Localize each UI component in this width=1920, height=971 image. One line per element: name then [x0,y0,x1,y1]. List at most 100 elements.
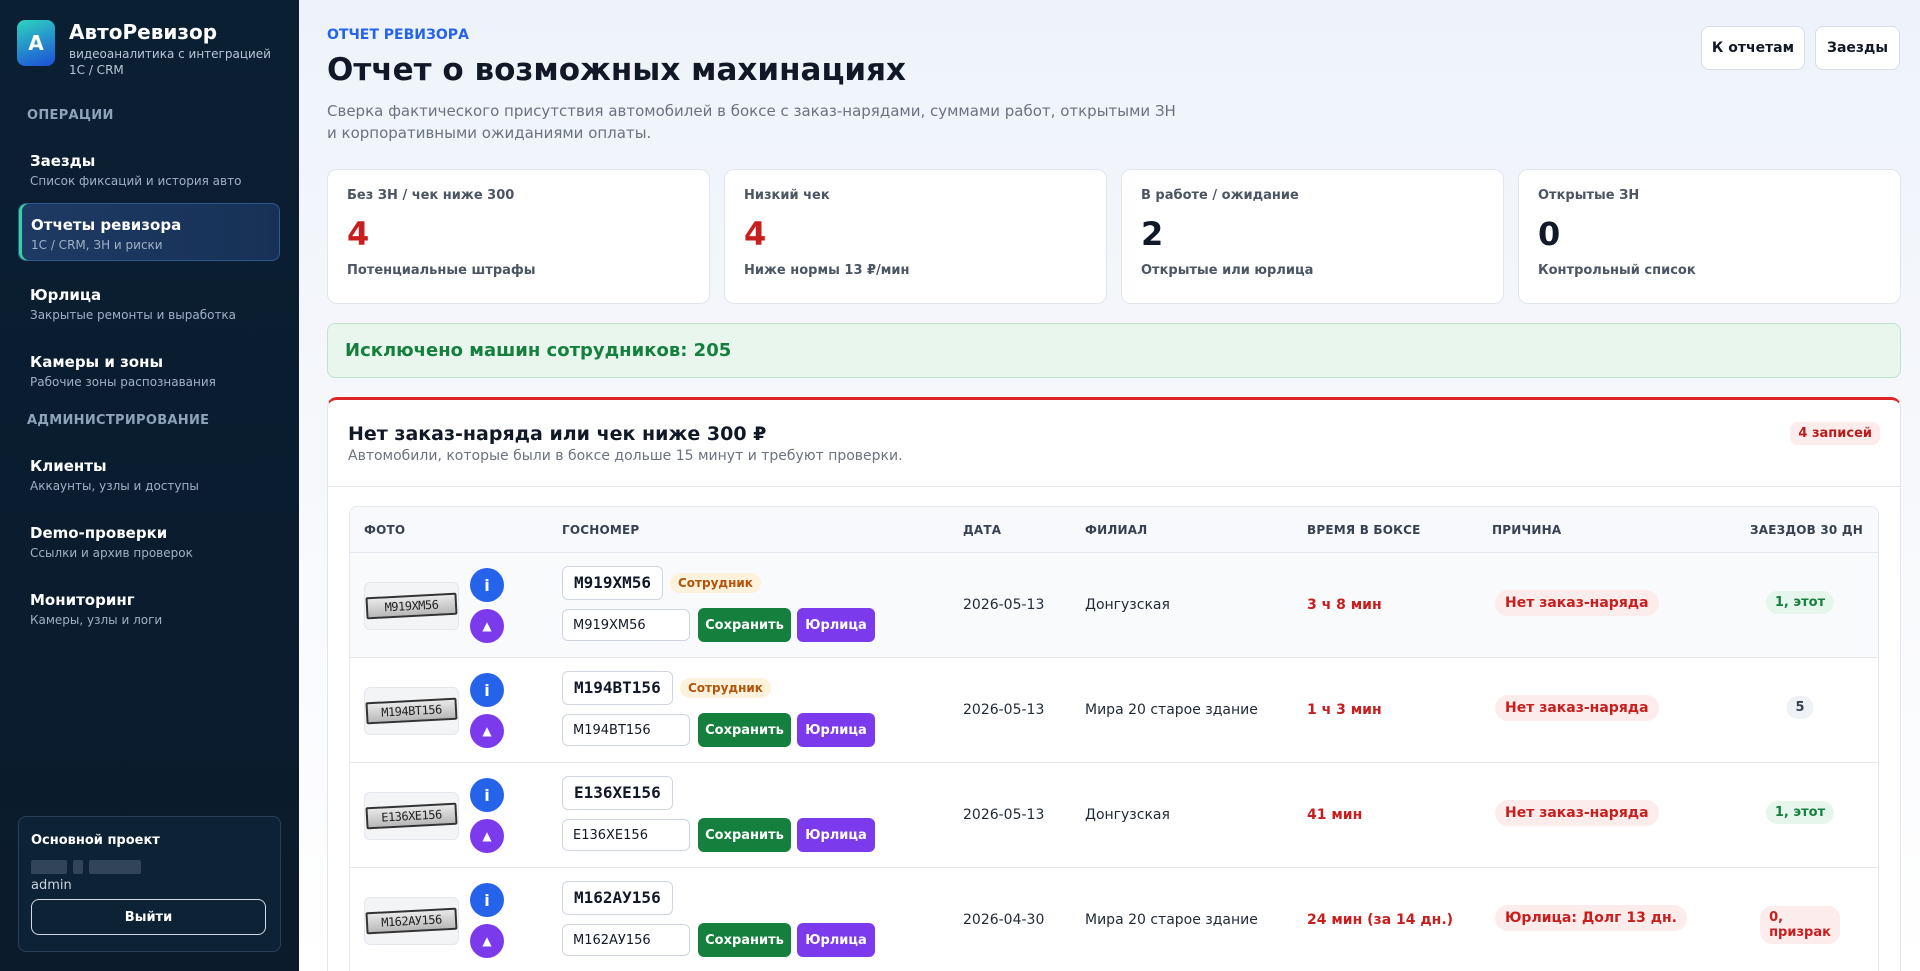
project-user: admin [31,878,72,893]
sidebar-item-cameras[interactable]: Камеры и зоны Рабочие зоны распознавания [18,341,280,399]
sidebar-item-demo-checks[interactable]: Demo-проверки Ссылки и архив проверок [18,512,280,570]
info-button[interactable]: i [470,883,504,917]
stat-value: 4 [744,215,767,253]
app-subtitle: видеоаналитика с интеграцией 1С / CRM [69,47,271,77]
divider [328,486,1900,487]
suspicious-panel: Нет заказ-наряда или чек ниже 300 ₽ Авто… [327,397,1901,971]
stat-value: 0 [1538,215,1561,253]
save-button[interactable]: Сохранить [698,923,791,957]
stat-note: Потенциальные штрафы [347,263,536,278]
time-in-box: 41 мин [1307,807,1363,823]
sidebar-item-auditor-reports[interactable]: Отчеты ревизора 1С / CRM, ЗН и риски [18,203,280,261]
info-button[interactable]: i [470,673,504,707]
panel-title: Нет заказ-наряда или чек ниже 300 ₽ [348,423,767,445]
visit-date: 2026-04-30 [963,912,1045,928]
stat-label: Без ЗН / чек ниже 300 [347,188,515,203]
plate-number: М919ХМ56 [562,566,664,600]
table-header: ФОТО ГОСНОМЕР ДАТА ФИЛИАЛ ВРЕМЯ В БОКСЕ … [350,507,1878,553]
sidebar-item-label: Клиенты [30,457,107,475]
stat-value: 4 [347,215,370,253]
plate-input[interactable] [562,714,690,746]
upload-button[interactable]: ▲ [470,819,504,853]
time-in-box: 24 мин (за 14 дн.) [1307,912,1454,928]
table-row: М194ВТ156 i ▲ М194ВТ156 Сотрудник Сохран… [350,658,1878,763]
plate-input[interactable] [562,609,690,641]
sidebar-item-visits[interactable]: Заезды Список фиксаций и история авто [18,140,280,198]
col-plate: ГОСНОМЕР [562,523,640,537]
project-title: Основной проект [31,833,160,848]
upload-button[interactable]: ▲ [470,924,504,958]
sidebar-item-label: Мониторинг [30,591,135,609]
sidebar-item-label: Юрлица [30,286,102,304]
vehicle-photo[interactable]: М194ВТ156 [364,687,459,735]
logout-button[interactable]: Выйти [31,899,266,935]
visits-badge: 0, призрак [1760,906,1840,944]
sidebar-item-label: Отчеты ревизора [31,216,182,234]
branch: Мира 20 старое здание [1085,912,1258,928]
suspicious-table: ФОТО ГОСНОМЕР ДАТА ФИЛИАЛ ВРЕМЯ В БОКСЕ … [349,506,1879,971]
app-name: АвтоРевизор [69,20,218,44]
branch: Донгузская [1085,807,1170,823]
stat-note: Контрольный список [1538,263,1696,278]
section-operations: ОПЕРАЦИИ [27,108,114,123]
reason-badge: Нет заказ-наряда [1495,695,1659,721]
sidebar-item-label: Заезды [30,152,96,170]
stat-card-open-orders: Открытые ЗН 0 Контрольный список [1518,169,1901,304]
sidebar-item-sub: 1С / CRM, ЗН и риски [31,238,163,252]
col-branch: ФИЛИАЛ [1085,523,1148,537]
sidebar-item-sub: Камеры, узлы и логи [30,613,163,627]
app-logo: A [17,20,55,66]
page-title: Отчет о возможных махинациях [327,52,907,88]
plate-input[interactable] [562,924,690,956]
col-visits: ЗАЕЗДОВ 30 ДН [1750,523,1863,537]
info-button[interactable]: i [470,568,504,602]
panel-subtitle: Автомобили, которые были в боксе дольше … [348,448,903,464]
sidebar-item-sub: Ссылки и архив проверок [30,546,193,560]
plate-photo-text: М194ВТ156 [365,697,458,725]
visit-date: 2026-05-13 [963,597,1045,613]
stat-note: Ниже нормы 13 ₽/мин [744,263,910,278]
legal-entity-button[interactable]: Юрлица [797,713,875,747]
visits-button[interactable]: Заезды [1815,26,1900,70]
legal-entity-button[interactable]: Юрлица [797,818,875,852]
excluded-employees-banner: Исключено машин сотрудников: 205 [327,323,1901,378]
employee-badge: Сотрудник [680,678,771,698]
visits-badge: 1, этот [1765,591,1835,614]
page-description: Сверка фактического присутствия автомоби… [327,102,1176,142]
vehicle-photo[interactable]: М919ХМ56 [364,582,459,630]
upload-button[interactable]: ▲ [470,609,504,643]
page-eyebrow: ОТЧЕТ РЕВИЗОРА [327,27,469,43]
stat-card-in-progress: В работе / ожидание 2 Открытые или юрлиц… [1121,169,1504,304]
legal-entity-button[interactable]: Юрлица [797,923,875,957]
save-button[interactable]: Сохранить [698,608,791,642]
section-administration: АДМИНИСТРИРОВАНИЕ [27,413,210,428]
plate-input[interactable] [562,819,690,851]
reason-badge: Нет заказ-наряда [1495,590,1659,616]
records-count-badge: 4 записей [1790,422,1880,445]
plate-number: М162АУ156 [562,881,673,915]
main-content: ОТЧЕТ РЕВИЗОРА Отчет о возможных махинац… [299,0,1920,971]
plate-photo-text: Е136ХЕ156 [365,802,458,830]
sidebar-item-label: Камеры и зоны [30,353,164,371]
sidebar-item-sub: Аккаунты, узлы и доступы [30,479,199,493]
sidebar-item-monitoring[interactable]: Мониторинг Камеры, узлы и логи [18,579,280,637]
sidebar-item-legal-entities[interactable]: Юрлица Закрытые ремонты и выработка [18,274,280,332]
legal-entity-button[interactable]: Юрлица [797,608,875,642]
plate-photo-text: М919ХМ56 [365,592,458,620]
plate-number: М194ВТ156 [562,671,673,705]
visits-badge: 5 [1786,696,1814,719]
save-button[interactable]: Сохранить [698,818,791,852]
reason-badge: Нет заказ-наряда [1495,800,1659,826]
upload-button[interactable]: ▲ [470,714,504,748]
vehicle-photo[interactable]: М162АУ156 [364,897,459,945]
plate-number: Е136ХЕ156 [562,776,673,810]
sidebar-item-clients[interactable]: Клиенты Аккаунты, узлы и доступы [18,445,280,503]
to-reports-button[interactable]: К отчетам [1701,26,1805,70]
redacted-info [31,860,268,874]
stat-label: Низкий чек [744,188,830,203]
save-button[interactable]: Сохранить [698,713,791,747]
info-button[interactable]: i [470,778,504,812]
vehicle-photo[interactable]: Е136ХЕ156 [364,792,459,840]
table-row: М162АУ156 i ▲ М162АУ156 Сохранить Юрлица… [350,868,1878,971]
stat-value: 2 [1141,215,1164,253]
